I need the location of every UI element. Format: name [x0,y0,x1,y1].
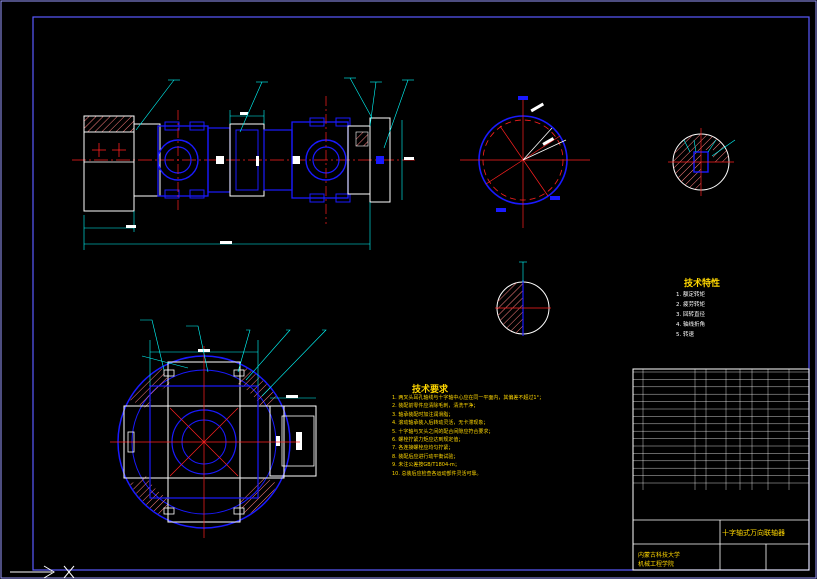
tech-requirements-list: 1. 两叉头耳孔轴线与十字轴中心应在同一平面内，其偏差不超过1°； 2. 装配前零… [392,394,624,478]
tech-requirement-line: 10. 总装后应检查各运动部件灵活可靠。 [392,470,482,477]
title-block [632,368,810,571]
tech-requirement-line: 8. 装配后应进行动平衡试验； [392,453,459,460]
ucs-icon [10,565,75,579]
tech-requirement-line: 7. 各连接螺栓应均匀拧紧； [392,445,454,452]
tech-param-line: 4. 轴线折角 [676,322,705,328]
section-circle-view [460,96,590,228]
tech-requirement-line: 2. 装配前零件应清除毛刺，清洗干净； [392,403,479,410]
tech-requirement-line: 1. 两叉头耳孔轴线与十字轴中心应在同一平面内，其偏差不超过1°； [392,395,545,401]
tech-param-line: 2. 疲劳转矩 [676,302,705,308]
front-view [110,319,327,538]
side-view [72,77,415,250]
tech-param-line: 5. 转速 [676,332,694,338]
detail-view-b [495,261,551,336]
tech-requirement-line: 4. 滚动轴承装入后转动灵活，无卡滞现象； [392,420,489,427]
unit-name-line2: 机械工程学院 [638,561,675,568]
drawing-name: 十字轴式万向联轴器 [722,529,785,537]
tech-param-line: 1. 额定转矩 [676,292,705,298]
tech-params-list: 1. 额定转矩 2. 疲劳转矩 3. 回转直径 4. 轴线折角 5. 转速 [676,290,756,340]
tech-requirement-line: 9. 未注公差按GB/T1804-m； [392,462,460,469]
tech-requirement-line: 5. 十字轴与叉头之间的配合间隙应符合要求； [392,428,494,435]
detail-view-a [668,128,736,196]
unit-name-line1: 内蒙古科技大学 [638,552,681,559]
tech-requirement-line: 6. 螺栓拧紧力矩应达到规定值； [392,437,464,444]
tech-params-title: 技术特性 [684,279,721,289]
tech-param-line: 3. 回转直径 [676,312,705,318]
tech-requirement-line: 3. 轴承装配时加注润滑脂； [392,411,454,418]
